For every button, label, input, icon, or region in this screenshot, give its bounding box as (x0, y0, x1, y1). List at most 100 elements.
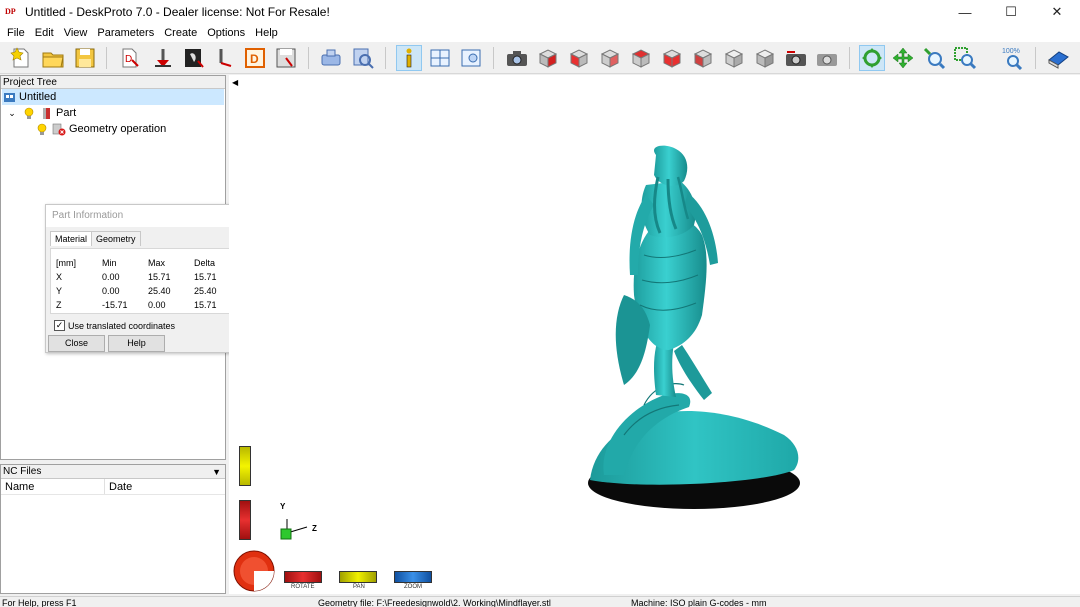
tab-geometry[interactable]: Geometry (91, 231, 141, 246)
translated-coords-checkbox[interactable]: ✓ Use translated coordinates (54, 320, 175, 331)
status-geometry-file: Geometry file: F:\Freedesignwold\2. Work… (318, 598, 551, 607)
view-bottom-icon[interactable] (721, 45, 747, 71)
operation-params-icon[interactable] (181, 45, 207, 71)
view-right-icon[interactable] (659, 45, 685, 71)
operation-error-icon (52, 122, 66, 136)
zoom-label: ZOOM (404, 584, 422, 590)
tab-material[interactable]: Material (50, 231, 93, 246)
vertical-zoom-slider[interactable] (239, 446, 251, 486)
row-x-delta: 15.71 (194, 272, 217, 282)
status-bar: For Help, press F1 Geometry file: F:\Fre… (0, 596, 1080, 607)
menu-view[interactable]: View (59, 24, 93, 42)
table-header-max: Max (148, 258, 166, 268)
dialog-title: Part Information (52, 210, 124, 221)
write-nc-icon[interactable] (273, 45, 299, 71)
simulation-icon[interactable] (318, 45, 344, 71)
print-view-icon[interactable] (814, 45, 840, 71)
svg-text:D: D (125, 54, 132, 65)
table-header-min: Min (102, 258, 117, 268)
geometry-load-icon[interactable]: D (117, 45, 143, 71)
menu-bar: File Edit View Parameters Create Options… (0, 24, 1080, 42)
horizontal-pan-slider[interactable] (339, 571, 377, 583)
app-icon: DP (5, 7, 16, 16)
menu-options[interactable]: Options (202, 24, 250, 42)
menu-edit[interactable]: Edit (30, 24, 59, 42)
maximize-button[interactable]: ☐ (988, 0, 1034, 24)
menu-help[interactable]: Help (250, 24, 283, 42)
collapse-panel-icon[interactable]: ◀ (232, 78, 238, 87)
menu-file[interactable]: File (2, 24, 30, 42)
lightbulb-icon[interactable] (35, 122, 49, 136)
view-back-icon[interactable] (597, 45, 623, 71)
open-project-icon[interactable] (40, 45, 66, 71)
column-header-name[interactable]: Name (1, 479, 105, 494)
close-button[interactable]: ✕ (1034, 0, 1080, 24)
row-x-min: 0.00 (102, 272, 120, 282)
status-machine: Machine: ISO plain G-codes - mm (631, 598, 767, 607)
layout-icon[interactable] (427, 45, 453, 71)
axis-triad-icon (280, 519, 308, 540)
nc-files-panel: NC Files ▼ Name Date (0, 464, 226, 594)
column-header-date[interactable]: Date (105, 479, 132, 494)
menu-parameters[interactable]: Parameters (92, 24, 159, 42)
menu-create[interactable]: Create (159, 24, 202, 42)
info-icon[interactable] (396, 45, 422, 71)
zoom-icon[interactable] (921, 45, 947, 71)
expand-chevron-icon[interactable]: ⌄ (5, 106, 19, 120)
part-params-icon[interactable] (150, 45, 176, 71)
screenshot-icon[interactable] (783, 45, 809, 71)
checkmark-icon[interactable]: ✓ (54, 320, 65, 331)
dialog-title-bar[interactable]: Part Information (46, 205, 245, 227)
rotate-label: ROTATE (291, 584, 315, 590)
drawing-icon[interactable]: D (242, 45, 268, 71)
row-z-axis: Z (56, 300, 62, 310)
row-z-delta: 15.71 (194, 300, 217, 310)
part-icon (39, 106, 53, 120)
axis-y-label: Y (280, 502, 286, 511)
horizontal-rotate-slider[interactable] (284, 571, 322, 583)
view-custom-icon[interactable] (752, 45, 778, 71)
cutter-icon[interactable] (212, 45, 238, 71)
lightbulb-icon[interactable] (22, 106, 36, 120)
pan-icon[interactable] (890, 45, 916, 71)
view-window-icon[interactable] (458, 45, 484, 71)
camera-icon[interactable] (504, 45, 530, 71)
project-tree-header: Project Tree (1, 76, 225, 89)
rotate-icon[interactable] (859, 45, 885, 71)
3d-viewport[interactable]: ◀ Y Z ROTATE PAN ZOOM (229, 75, 1080, 594)
nc-files-title: NC Files (3, 466, 42, 477)
row-y-max: 25.40 (148, 286, 171, 296)
help-book-icon[interactable] (1045, 45, 1071, 71)
part-information-dialog: Part Information Material Geometry [mm] … (45, 204, 246, 353)
tree-item-project-label: Untitled (19, 91, 57, 103)
model-render (588, 145, 800, 509)
new-project-icon[interactable] (8, 45, 34, 71)
help-button[interactable]: Help (108, 335, 165, 352)
dimensions-table: [mm] Min Max Delta X 0.00 15.71 15.71 Y … (50, 248, 242, 314)
close-dialog-button[interactable]: Close (48, 335, 105, 352)
tree-item-operation[interactable]: Geometry operation (35, 121, 166, 137)
title-bar: DP Untitled - DeskProto 7.0 - Dealer lic… (0, 0, 1080, 24)
nc-files-header: NC Files ▼ (1, 465, 225, 479)
view-left-icon[interactable] (628, 45, 654, 71)
zoom-window-icon[interactable] (952, 45, 978, 71)
table-header-delta: Delta (194, 258, 216, 268)
dropdown-arrow-icon[interactable]: ▼ (212, 465, 221, 479)
save-project-icon[interactable] (72, 45, 98, 71)
view-top-icon[interactable] (690, 45, 716, 71)
dialog-tabs: Material Geometry (50, 231, 141, 246)
nc-files-columns: Name Date (1, 479, 225, 495)
preview-icon[interactable] (350, 45, 376, 71)
svg-text:D: D (250, 52, 259, 66)
horizontal-zoom-slider[interactable] (394, 571, 432, 583)
tree-item-part[interactable]: ⌄ Part (5, 105, 76, 121)
rotate-wheel-icon[interactable] (232, 549, 276, 593)
view-iso-icon[interactable] (535, 45, 561, 71)
tree-item-project[interactable]: Untitled (2, 89, 224, 105)
view-front-icon[interactable] (566, 45, 592, 71)
minimize-button[interactable]: — (942, 0, 988, 24)
row-y-delta: 25.40 (194, 286, 217, 296)
row-y-axis: Y (56, 286, 63, 296)
vertical-rotate-slider[interactable] (239, 500, 251, 540)
zoom-100-icon[interactable]: 100% (1000, 45, 1026, 71)
